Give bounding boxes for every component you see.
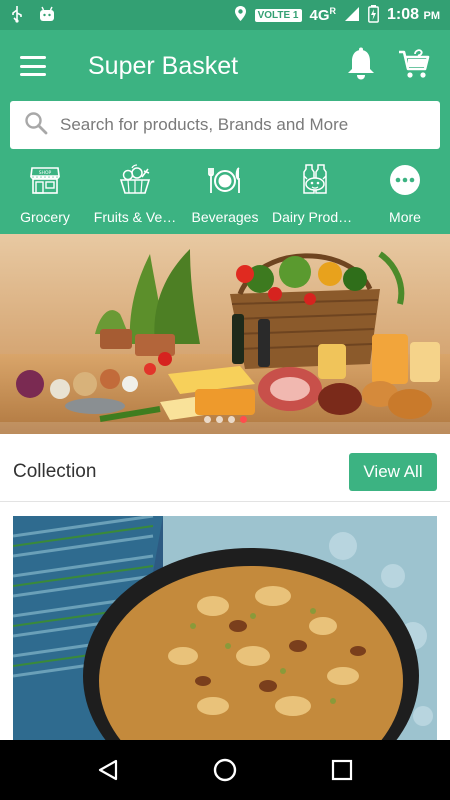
collection-image [13,516,437,742]
usb-icon [10,5,24,26]
search-container [0,94,450,156]
android-icon [38,6,56,25]
carousel-dot[interactable] [215,416,223,423]
status-bar: VOLTE 1 4GR 1:08 PM [0,0,450,30]
system-nav-bar [0,740,450,800]
roaming-indicator: R [329,6,337,16]
category-label: Fruits & Ve… [93,209,177,225]
banner-image [0,234,450,434]
view-all-button[interactable]: View All [349,452,437,491]
category-beverages[interactable]: Beverages [180,156,270,234]
category-bar: SHOP Grocery Fruits & Ve… Beverages Dair… [0,156,450,234]
collection-card[interactable] [13,516,437,742]
signal-icon [344,6,360,25]
app-title: Super Basket [88,51,239,80]
battery-icon [368,4,379,26]
more-icon [387,162,423,198]
carousel-dot-active[interactable] [239,416,247,423]
category-grocery[interactable]: SHOP Grocery [0,156,90,234]
category-fruits-vegetables[interactable]: Fruits & Ve… [90,156,180,234]
cart-icon[interactable] [398,48,430,85]
store-icon: SHOP [27,162,63,198]
category-dairy-products[interactable]: Dairy Produ… [270,156,360,234]
category-more[interactable]: More [360,156,450,234]
search-box[interactable] [10,101,440,149]
dairy-icon [297,162,333,198]
clock: 1:08 PM [387,6,440,24]
app-bar: Super Basket [0,30,450,102]
collection-title: Collection [13,460,97,482]
network-type: 4GR [310,6,337,24]
category-label: Beverages [191,209,259,225]
home-icon[interactable] [205,750,245,790]
fruits-basket-icon [117,162,153,198]
back-icon[interactable] [88,750,128,790]
carousel-dot[interactable] [227,416,235,423]
network-type-label: 4G [309,7,330,24]
carousel-indicators [0,416,450,423]
carousel-dot[interactable] [203,416,211,423]
bell-icon[interactable] [346,47,376,86]
banner-carousel[interactable] [0,234,450,434]
svg-text:SHOP: SHOP [39,170,52,176]
search-icon [24,111,48,140]
dining-icon [207,162,243,198]
collection-header: Collection View All [0,442,450,502]
category-label: More [389,209,421,225]
location-icon [234,5,247,25]
menu-icon[interactable] [20,56,46,76]
search-input[interactable] [60,115,420,135]
category-label: Dairy Produ… [272,209,358,225]
recents-icon[interactable] [322,750,362,790]
volte-badge: VOLTE 1 [254,8,302,22]
clock-time: 1:08 [387,6,420,23]
clock-suffix: PM [423,10,441,22]
category-label: Grocery [20,209,70,225]
